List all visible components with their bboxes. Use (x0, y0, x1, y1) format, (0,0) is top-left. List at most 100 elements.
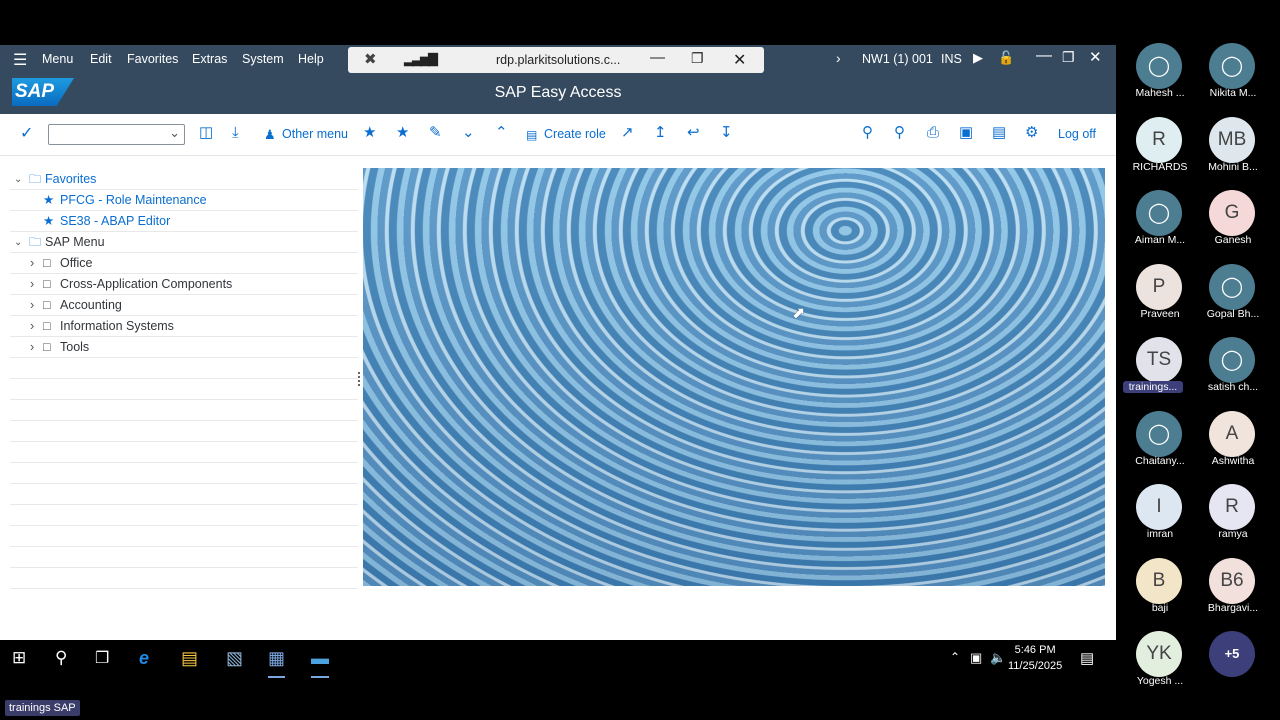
chevron-right-icon[interactable]: › (30, 253, 34, 274)
participant-tile[interactable]: A Ashwitha (1196, 410, 1270, 481)
log-off-button[interactable]: Log off (1058, 127, 1096, 141)
participant-tile[interactable]: Rramya (1196, 484, 1270, 554)
tree-node-folder[interactable]: › □ Cross-Application Components (10, 274, 358, 295)
participant-tile[interactable]: ◯ Gopal Bh... (1196, 263, 1270, 334)
tree-node-folder[interactable]: › □ Tools (10, 337, 358, 358)
move-out-icon[interactable]: ↗ (621, 124, 634, 142)
star-icon: ★ (43, 193, 55, 207)
participant-tile[interactable]: R RICHARDS (1123, 116, 1197, 187)
create-role-button[interactable]: Create role (544, 127, 606, 141)
layout-icon[interactable]: ▤ (992, 124, 1006, 142)
other-menu-button[interactable]: Other menu (282, 127, 348, 141)
menu-system[interactable]: System (242, 52, 284, 66)
search-more-icon[interactable]: ⚲ (894, 124, 905, 142)
new-window-icon[interactable]: ▣ (959, 124, 973, 142)
chevron-down-icon[interactable]: ⌄ (14, 169, 22, 190)
network-icon[interactable]: ▣ (970, 650, 982, 666)
tree-node-favorite-item[interactable]: ★ SE38 - ABAP Editor (10, 211, 358, 232)
participant-tile[interactable]: ◯ Nikita M... (1196, 43, 1270, 113)
user-menu-icon[interactable]: ♟ (264, 126, 276, 144)
hamburger-icon[interactable]: ☰ (13, 50, 27, 70)
restore-icon[interactable]: ❐ (1062, 49, 1075, 66)
chevron-right-icon[interactable]: › (30, 337, 34, 358)
tree-node-favorites[interactable]: ⌄ 🗀 Favorites (10, 169, 358, 190)
participant-name: Mahesh ... (1135, 87, 1185, 99)
move-up-icon[interactable]: ↥ (654, 124, 667, 142)
search-icon[interactable]: ⚲ (862, 124, 873, 142)
unlock-icon[interactable]: 🔓 (998, 50, 1014, 66)
minimize-icon[interactable]: — (650, 49, 665, 66)
chevron-right-icon[interactable]: › (30, 316, 34, 337)
participant-tile[interactable]: ◯ Aiman M... (1123, 190, 1197, 260)
menu-menu[interactable]: Menu (42, 52, 73, 66)
chevron-right-icon[interactable]: › (30, 295, 34, 316)
menu-edit[interactable]: Edit (90, 52, 112, 66)
participant-tile[interactable]: Bbaji (1123, 557, 1197, 628)
tree-node-folder[interactable]: › □ Accounting (10, 295, 358, 316)
participant-tile[interactable]: +5 (1196, 631, 1270, 701)
move-left-icon[interactable]: ↩ (687, 124, 700, 142)
close-icon[interactable]: ✕ (733, 50, 746, 70)
search-icon[interactable]: ⚲ (55, 648, 67, 668)
participant-tile[interactable]: ◯ Mahesh ... (1123, 43, 1197, 113)
participant-tile[interactable]: B6 Bhargavi... (1196, 557, 1270, 628)
play-icon[interactable]: ▶ (973, 50, 983, 66)
enter-check-icon[interactable]: ✓ (20, 125, 33, 143)
chevron-down-icon[interactable]: ⌄ (462, 124, 475, 142)
participant-tile[interactable]: ◯ satish ch... (1196, 337, 1270, 407)
participant-tile[interactable]: MB Mohini B... (1196, 116, 1270, 187)
tree-node-favorite-item[interactable]: ★ PFCG - Role Maintenance (10, 190, 358, 211)
participant-tile[interactable]: Iimran (1123, 484, 1197, 554)
pin-icon[interactable]: ✖ (364, 50, 377, 68)
menu-favorites[interactable]: Favorites (127, 52, 178, 66)
chevron-right-icon[interactable]: › (836, 50, 841, 66)
folder-icon: □ (43, 340, 51, 354)
task-view-icon[interactable]: ❐ (95, 648, 109, 668)
windows-start-icon[interactable]: ⊞ (12, 648, 26, 668)
tree-node-label: Accounting (60, 298, 122, 312)
network-app-icon[interactable]: ▦ (268, 648, 286, 678)
folder-icon: □ (43, 298, 51, 312)
add-favorite-icon[interactable]: ★ (363, 124, 376, 142)
print-icon[interactable]: ⎙ (927, 124, 939, 142)
clock[interactable]: 5:46 PM 11/25/2025 (1008, 642, 1062, 674)
chevron-down-icon[interactable]: ⌄ (169, 125, 180, 141)
sap-logon-icon[interactable]: ▬ (311, 648, 329, 678)
internet-explorer-icon[interactable]: e (139, 648, 149, 669)
close-icon[interactable]: ✕ (1089, 48, 1102, 66)
tree-node-folder[interactable]: › □ Information Systems (10, 316, 358, 337)
role-icon[interactable]: ▤ (526, 126, 537, 144)
rdp-host-label: rdp.plarkitsolutions.c... (496, 53, 621, 67)
chevron-right-icon[interactable]: › (30, 274, 34, 295)
avatar: R (1136, 116, 1182, 163)
menu-extras[interactable]: Extras (192, 52, 227, 66)
tree-node-sap-menu[interactable]: ⌄ 🗀 SAP Menu (10, 232, 358, 253)
tree-node-folder[interactable]: › □ Office (10, 253, 358, 274)
open-folder-icon[interactable]: ◫ (199, 124, 213, 142)
volume-icon[interactable]: 🔈 (990, 650, 1006, 666)
edit-favorite-icon[interactable]: ★ (396, 124, 409, 142)
avatar: P (1136, 263, 1182, 310)
tree-node-label: Information Systems (60, 319, 174, 333)
splitter-handle[interactable] (358, 372, 361, 386)
participant-tile[interactable]: YK Yogesh ... (1123, 631, 1197, 701)
chevron-up-icon[interactable]: ⌃ (950, 650, 960, 664)
chevron-down-icon[interactable]: ⌄ (14, 232, 22, 253)
file-explorer-icon[interactable]: ▤ (181, 648, 198, 669)
participant-tile[interactable]: P Praveen (1123, 263, 1197, 334)
participant-tile[interactable]: ◯ Chaitany... (1123, 410, 1197, 481)
restore-icon[interactable]: ❐ (691, 50, 704, 67)
participant-tile[interactable]: TS trainings... (1123, 337, 1197, 407)
document-icon[interactable]: ▧ (226, 648, 243, 669)
notifications-icon[interactable]: ▤ (1080, 649, 1094, 667)
pencil-icon[interactable]: ✎ (429, 124, 442, 142)
chevron-up-icon[interactable]: ⌃ (495, 124, 508, 142)
participant-name: ramya (1218, 528, 1248, 540)
move-down-icon[interactable]: ↧ (720, 124, 733, 142)
command-field[interactable]: ⌄ (48, 124, 185, 145)
menu-help[interactable]: Help (298, 52, 324, 66)
minimize-icon[interactable]: — (1036, 47, 1052, 65)
settings-icon[interactable]: ⚙ (1025, 124, 1038, 142)
participant-tile[interactable]: G Ganesh (1196, 190, 1270, 260)
download-icon[interactable]: ⤓ (232, 124, 239, 142)
